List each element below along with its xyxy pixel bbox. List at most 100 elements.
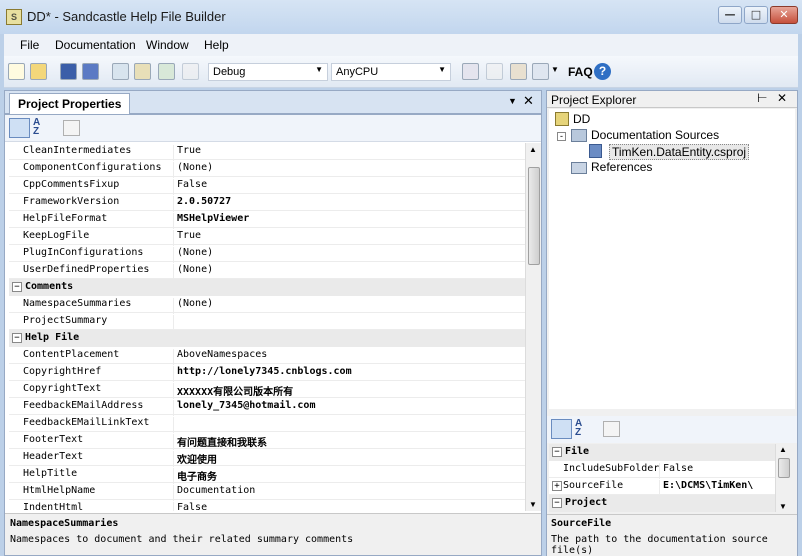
property-row[interactable]: FrameworkVersion 2.0.50727: [9, 194, 525, 212]
property-grid-scrollbar[interactable]: ▲ ▼: [525, 143, 541, 511]
property-row[interactable]: FooterText 有问题直接和我联系: [9, 432, 525, 450]
collapse-icon[interactable]: −: [12, 333, 22, 343]
tree-references[interactable]: References: [591, 160, 652, 174]
menu-help[interactable]: Help: [204, 38, 229, 52]
maximize-button[interactable]: □: [744, 6, 768, 24]
property-category[interactable]: − File: [549, 444, 775, 461]
property-value[interactable]: False: [173, 502, 207, 511]
categorized-icon[interactable]: [551, 419, 572, 439]
document-icon[interactable]: [158, 63, 175, 80]
chevron-down-icon[interactable]: ▼: [508, 96, 517, 106]
disabled-tool-icon[interactable]: [182, 63, 199, 80]
property-category[interactable]: − Help File: [9, 330, 525, 347]
property-pages-icon[interactable]: [63, 120, 80, 136]
property-row[interactable]: CleanIntermediates True: [9, 143, 525, 161]
property-value[interactable]: False: [659, 463, 693, 479]
property-row[interactable]: IndentHtml False: [9, 500, 525, 511]
project-properties-icon[interactable]: [134, 63, 151, 80]
property-value[interactable]: [173, 315, 177, 331]
save-icon[interactable]: [60, 63, 77, 80]
property-row[interactable]: NamespaceSummaries (None): [9, 296, 525, 314]
scrollbar-thumb[interactable]: [528, 167, 540, 265]
close-icon[interactable]: ✕: [523, 93, 534, 109]
property-row[interactable]: HelpFileFormat MSHelpViewer: [9, 211, 525, 229]
property-value[interactable]: http://lonely7345.cnblogs.com: [173, 366, 352, 382]
collapse-icon[interactable]: -: [557, 132, 566, 141]
property-value[interactable]: [173, 417, 177, 433]
property-value[interactable]: MSHelpViewer: [173, 213, 249, 229]
tree-documentation-sources[interactable]: Documentation Sources: [591, 128, 719, 142]
scrollbar-thumb[interactable]: [778, 458, 790, 478]
property-row[interactable]: PlugInConfigurations (None): [9, 245, 525, 263]
view-help-icon[interactable]: [532, 63, 549, 80]
collapse-icon[interactable]: −: [552, 447, 562, 457]
collapse-icon[interactable]: −: [552, 498, 562, 508]
tab-project-properties[interactable]: Project Properties: [9, 93, 131, 114]
configuration-dropdown[interactable]: Debug ▼: [208, 63, 328, 81]
property-pages-icon[interactable]: [603, 421, 620, 437]
property-value[interactable]: 有问题直接和我联系: [173, 434, 267, 450]
help-icon[interactable]: ?: [594, 63, 611, 80]
categorized-icon[interactable]: [9, 118, 30, 138]
view-output-icon[interactable]: [510, 63, 527, 80]
menu-file[interactable]: File: [20, 38, 39, 52]
scroll-down-arrow[interactable]: ▼: [779, 502, 787, 511]
property-value[interactable]: (None): [173, 162, 213, 178]
property-value[interactable]: 电子商务: [173, 468, 217, 484]
new-project-icon[interactable]: [8, 63, 25, 80]
property-value[interactable]: XXXXXX有限公司版本所有: [173, 383, 293, 399]
property-value[interactable]: 欢迎使用: [173, 451, 217, 467]
scroll-down-arrow[interactable]: ▼: [529, 500, 537, 509]
close-button[interactable]: ✕: [770, 6, 798, 24]
property-category[interactable]: − Comments: [9, 279, 525, 296]
property-row[interactable]: UserDefinedProperties (None): [9, 262, 525, 280]
property-row[interactable]: HtmlHelpName Documentation: [9, 483, 525, 501]
property-row[interactable]: + SourceFile E:\DCMS\TimKen\: [549, 478, 775, 496]
property-row[interactable]: CopyrightText XXXXXX有限公司版本所有: [9, 381, 525, 399]
faq-button[interactable]: FAQ: [568, 65, 593, 79]
property-value[interactable]: (None): [173, 264, 213, 280]
alphabetical-icon[interactable]: AZ: [33, 118, 53, 138]
cancel-build-icon[interactable]: [486, 63, 503, 80]
property-value[interactable]: lonely_7345@hotmail.com: [173, 400, 315, 416]
scroll-up-arrow[interactable]: ▲: [779, 445, 787, 454]
build-icon[interactable]: [462, 63, 479, 80]
add-source-icon[interactable]: [112, 63, 129, 80]
property-row[interactable]: IncludeSubFolder False: [549, 461, 775, 479]
property-row[interactable]: KeepLogFile True: [9, 228, 525, 246]
property-row[interactable]: CopyrightHref http://lonely7345.cnblogs.c…: [9, 364, 525, 382]
property-row[interactable]: HeaderText 欢迎使用: [9, 449, 525, 467]
close-icon[interactable]: ✕: [777, 91, 787, 105]
source-grid-scrollbar[interactable]: ▲ ▼: [775, 444, 791, 512]
minimize-button[interactable]: —: [718, 6, 742, 24]
property-row[interactable]: ContentPlacement AboveNamespaces: [9, 347, 525, 365]
property-row[interactable]: ProjectSummary: [9, 313, 525, 331]
property-category[interactable]: − Project: [549, 495, 775, 512]
open-project-icon[interactable]: [30, 63, 47, 80]
collapse-icon[interactable]: −: [12, 282, 22, 292]
property-value[interactable]: Documentation: [173, 485, 255, 501]
tree-root[interactable]: DD: [573, 112, 590, 126]
save-all-icon[interactable]: [82, 63, 99, 80]
property-value[interactable]: (None): [173, 247, 213, 263]
menu-documentation[interactable]: Documentation: [55, 38, 136, 52]
property-row[interactable]: ComponentConfigurations (None): [9, 160, 525, 178]
property-row[interactable]: HelpTitle 电子商务: [9, 466, 525, 484]
pin-icon[interactable]: ⊢: [757, 91, 767, 105]
property-value[interactable]: True: [173, 230, 201, 246]
property-row[interactable]: CppCommentsFixup False: [9, 177, 525, 195]
tree-source-file[interactable]: TimKen.DataEntity.csproj: [609, 144, 750, 160]
platform-dropdown[interactable]: AnyCPU ▼: [331, 63, 451, 81]
property-row[interactable]: FeedbackEMailAddress lonely_7345@hotmail.…: [9, 398, 525, 416]
property-value[interactable]: True: [173, 145, 201, 161]
expand-icon[interactable]: +: [552, 481, 562, 491]
property-value[interactable]: E:\DCMS\TimKen\: [659, 480, 753, 496]
menu-window[interactable]: Window: [146, 38, 189, 52]
scroll-up-arrow[interactable]: ▲: [529, 145, 537, 154]
property-value[interactable]: 2.0.50727: [173, 196, 231, 212]
alphabetical-icon[interactable]: AZ: [575, 419, 595, 439]
chevron-down-icon[interactable]: ▼: [551, 65, 559, 74]
property-value[interactable]: False: [173, 179, 207, 195]
property-value[interactable]: AboveNamespaces: [173, 349, 267, 365]
property-value[interactable]: (None): [173, 298, 213, 314]
